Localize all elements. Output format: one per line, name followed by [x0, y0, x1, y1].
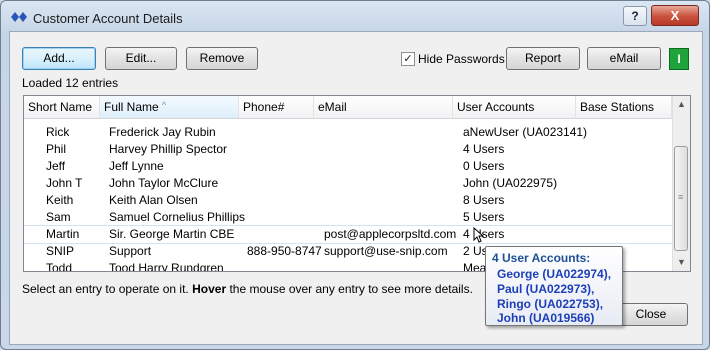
- table-row[interactable]: Martin Sir. George Martin CBE post@appleco…: [24, 225, 673, 244]
- loaded-count-text: Loaded 12 entries: [22, 76, 119, 90]
- cell-full: Samuel Cornelius Phillips: [109, 210, 246, 224]
- customer-account-window: Customer Account Details ? X Add... Edit…: [0, 0, 710, 350]
- column-header-phone[interactable]: Phone#: [239, 96, 314, 118]
- cell-email: support@use-snip.com: [324, 244, 448, 258]
- add-button[interactable]: Add...: [22, 47, 96, 70]
- remove-button[interactable]: Remove: [186, 47, 258, 70]
- table-row[interactable]: Sam Samuel Cornelius Phillips 5 Users: [24, 209, 672, 226]
- cell-short: Martin: [46, 227, 80, 241]
- report-button[interactable]: Report: [506, 47, 580, 70]
- table-row[interactable]: Keith Keith Alan Olsen 8 Users: [24, 192, 672, 209]
- mouse-pointer-icon: [473, 227, 485, 243]
- scrollbar-thumb[interactable]: ≡: [674, 146, 688, 251]
- tooltip-item: Paul (UA022973),: [497, 282, 595, 296]
- cell-full: Support: [109, 244, 152, 258]
- cell-email: post@applecorpsltd.com: [324, 227, 457, 241]
- column-header-short-name[interactable]: Short Name: [24, 96, 100, 118]
- close-button[interactable]: Close: [614, 303, 688, 326]
- help-button[interactable]: ?: [623, 6, 647, 26]
- cell-accounts: John (UA022975): [463, 176, 558, 190]
- table-row[interactable]: John T John Taylor McClure John (UA022975): [24, 175, 672, 192]
- list-header: Short Name Full Name ^ Phone# eMail User…: [24, 96, 672, 119]
- user-accounts-tooltip: 4 User Accounts: George (UA022974), Paul…: [485, 246, 623, 326]
- cell-phone: 888-950-8747: [247, 244, 322, 258]
- column-header-user-accounts[interactable]: User Accounts: [453, 96, 576, 118]
- table-row[interactable]: Rick Frederick Jay Rubin aNewUser (UA02314…: [24, 124, 672, 141]
- cell-accounts: 4 Users: [463, 142, 505, 156]
- sort-ascending-icon: ^: [162, 100, 167, 110]
- cell-full: Jeff Lynne: [109, 159, 164, 173]
- vertical-scrollbar[interactable]: ▲ ≡ ▼: [672, 96, 690, 271]
- cell-full: Tood Harry Rundgren: [109, 261, 224, 272]
- column-header-email[interactable]: eMail: [314, 96, 453, 118]
- cell-short: Jeff: [46, 159, 66, 173]
- hide-passwords-checkbox[interactable]: ✓: [401, 52, 415, 66]
- status-indicator[interactable]: I: [669, 48, 689, 70]
- cell-accounts: 0 Users: [463, 159, 505, 173]
- tooltip-title: 4 User Accounts:: [492, 251, 591, 265]
- cell-full: Frederick Jay Rubin: [109, 125, 216, 139]
- cell-full: Keith Alan Olsen: [109, 193, 198, 207]
- scroll-up-icon[interactable]: ▲: [673, 96, 690, 113]
- table-row[interactable]: Phil Harvey Phillip Spector 4 Users: [24, 141, 672, 158]
- column-header-full-name[interactable]: Full Name ^: [100, 96, 239, 118]
- app-diamond-icon: [11, 12, 27, 22]
- window-close-button[interactable]: X: [651, 5, 699, 26]
- edit-button[interactable]: Edit...: [105, 47, 177, 70]
- cell-short: Sam: [46, 210, 71, 224]
- cell-short: Todd: [46, 261, 73, 272]
- cell-accounts: 5 Users: [463, 210, 505, 224]
- table-row[interactable]: Jeff Jeff Lynne 0 Users: [24, 158, 672, 175]
- cell-accounts: 8 Users: [463, 193, 505, 207]
- cell-full: John Taylor McClure: [109, 176, 219, 190]
- cell-short: John T: [46, 176, 83, 190]
- email-button[interactable]: eMail: [587, 47, 661, 70]
- cell-full: Sir. George Martin CBE: [109, 227, 235, 241]
- cell-short: Rick: [46, 125, 70, 139]
- tooltip-item: John (UA019566): [497, 311, 595, 325]
- cell-full: Harvey Phillip Spector: [109, 142, 228, 156]
- cell-short: SNIP: [46, 244, 75, 258]
- grip-icon: ≡: [678, 192, 684, 202]
- tooltip-item: Ringo (UA022753),: [497, 297, 604, 311]
- tooltip-item: George (UA022974),: [497, 267, 612, 281]
- title-bar[interactable]: Customer Account Details ? X: [1, 1, 709, 31]
- cell-accounts: aNewUser (UA023141): [463, 125, 588, 139]
- cell-short: Phil: [46, 142, 67, 156]
- hide-passwords-label: Hide Passwords: [418, 52, 505, 66]
- hint-text: Select an entry to operate on it. Hover …: [22, 282, 473, 296]
- scroll-down-icon[interactable]: ▼: [673, 254, 690, 271]
- column-header-base-stations[interactable]: Base Stations: [576, 96, 672, 118]
- window-title: Customer Account Details: [33, 11, 183, 26]
- cell-short: Keith: [46, 193, 74, 207]
